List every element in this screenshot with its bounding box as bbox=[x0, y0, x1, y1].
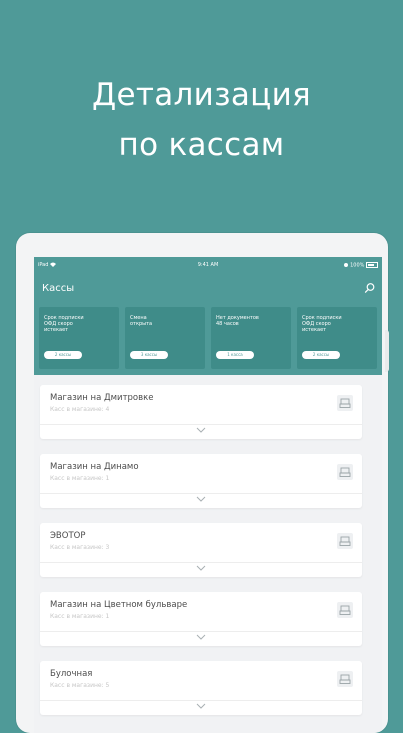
store-list-item[interactable]: Магазин на Дмитровке Касс в магазине: 4 bbox=[40, 385, 362, 439]
store-name: ЭВОТОР bbox=[50, 531, 86, 541]
divider bbox=[40, 700, 362, 701]
status-bar: iPad 9:41 AM 100% bbox=[34, 257, 382, 273]
headline-line-2: по кассам bbox=[118, 127, 285, 163]
store-list-item[interactable]: Магазин на Цветном бульваре Касс в магаз… bbox=[40, 592, 362, 646]
summary-card-text: Срок подписки ОФД скоро истекает bbox=[44, 315, 84, 333]
store-cashbox-count: Касс в магазине: 1 bbox=[50, 475, 110, 482]
device-side-button bbox=[385, 330, 389, 372]
promo-headline: Детализация по кассам bbox=[0, 70, 403, 170]
summary-card-text: Срок подписки ОФД скоро истекает bbox=[302, 315, 342, 333]
store-name: Булочная bbox=[50, 669, 93, 679]
tablet-frame: iPad 9:41 AM 100% Кассы Срок подписки ОФ… bbox=[16, 233, 388, 733]
app-screen: iPad 9:41 AM 100% Кассы Срок подписки ОФ… bbox=[34, 257, 382, 733]
divider bbox=[40, 493, 362, 494]
summary-card[interactable]: Нет документов 48 часов 1 касса bbox=[211, 307, 291, 369]
divider bbox=[40, 631, 362, 632]
divider bbox=[40, 562, 362, 563]
store-name: Магазин на Цветном бульваре bbox=[50, 600, 188, 610]
cash-register-icon bbox=[337, 395, 353, 411]
cash-register-icon bbox=[337, 671, 353, 687]
search-icon[interactable] bbox=[364, 282, 376, 294]
status-battery: 100% bbox=[343, 262, 378, 269]
store-name: Магазин на Динамо bbox=[50, 462, 139, 472]
summary-card[interactable]: Срок подписки ОФД скоро истекает 2 кассы bbox=[39, 307, 119, 369]
chevron-down-icon[interactable] bbox=[195, 564, 207, 572]
cash-register-icon bbox=[337, 464, 353, 480]
status-time: 9:41 AM bbox=[197, 262, 219, 268]
headline-line-1: Детализация bbox=[92, 77, 311, 113]
summary-card-button[interactable]: 2 кассы bbox=[302, 351, 340, 359]
summary-card-button[interactable]: 3 кассы bbox=[130, 351, 168, 359]
page-title: Кассы bbox=[42, 283, 75, 294]
chevron-down-icon[interactable] bbox=[195, 495, 207, 503]
summary-cards: Срок подписки ОФД скоро истекает 2 кассы… bbox=[39, 307, 382, 369]
summary-card[interactable]: Сменa открыта 3 кассы bbox=[125, 307, 205, 369]
chevron-down-icon[interactable] bbox=[195, 633, 207, 641]
store-list-item[interactable]: Магазин на Динамо Касс в магазине: 1 bbox=[40, 454, 362, 508]
battery-icon bbox=[366, 262, 378, 268]
store-cashbox-count: Касс в магазине: 4 bbox=[50, 406, 110, 413]
store-cashbox-count: Касс в магазине: 3 bbox=[50, 544, 110, 551]
summary-card-button[interactable]: 1 касса bbox=[216, 351, 254, 359]
chevron-down-icon[interactable] bbox=[195, 426, 207, 434]
summary-card[interactable]: Срок подписки ОФД скоро истекает 2 кассы bbox=[297, 307, 377, 369]
store-list-item[interactable]: ЭВОТОР Касс в магазине: 3 bbox=[40, 523, 362, 577]
store-cashbox-count: Касс в магазине: 5 bbox=[50, 682, 110, 689]
chevron-down-icon[interactable] bbox=[195, 702, 207, 710]
cash-register-icon bbox=[337, 533, 353, 549]
store-list-item[interactable]: Булочная Касс в магазине: 5 bbox=[40, 661, 362, 715]
store-cashbox-count: Касс в магазине: 1 bbox=[50, 613, 110, 620]
summary-card-text: Нет документов 48 часов bbox=[216, 315, 259, 327]
store-name: Магазин на Дмитровке bbox=[50, 393, 154, 403]
cash-register-icon bbox=[337, 602, 353, 618]
app-bar: iPad 9:41 AM 100% Кассы Срок подписки ОФ… bbox=[34, 257, 382, 375]
summary-card-button[interactable]: 2 кассы bbox=[44, 351, 82, 359]
summary-card-text: Сменa открыта bbox=[130, 315, 153, 327]
divider bbox=[40, 424, 362, 425]
